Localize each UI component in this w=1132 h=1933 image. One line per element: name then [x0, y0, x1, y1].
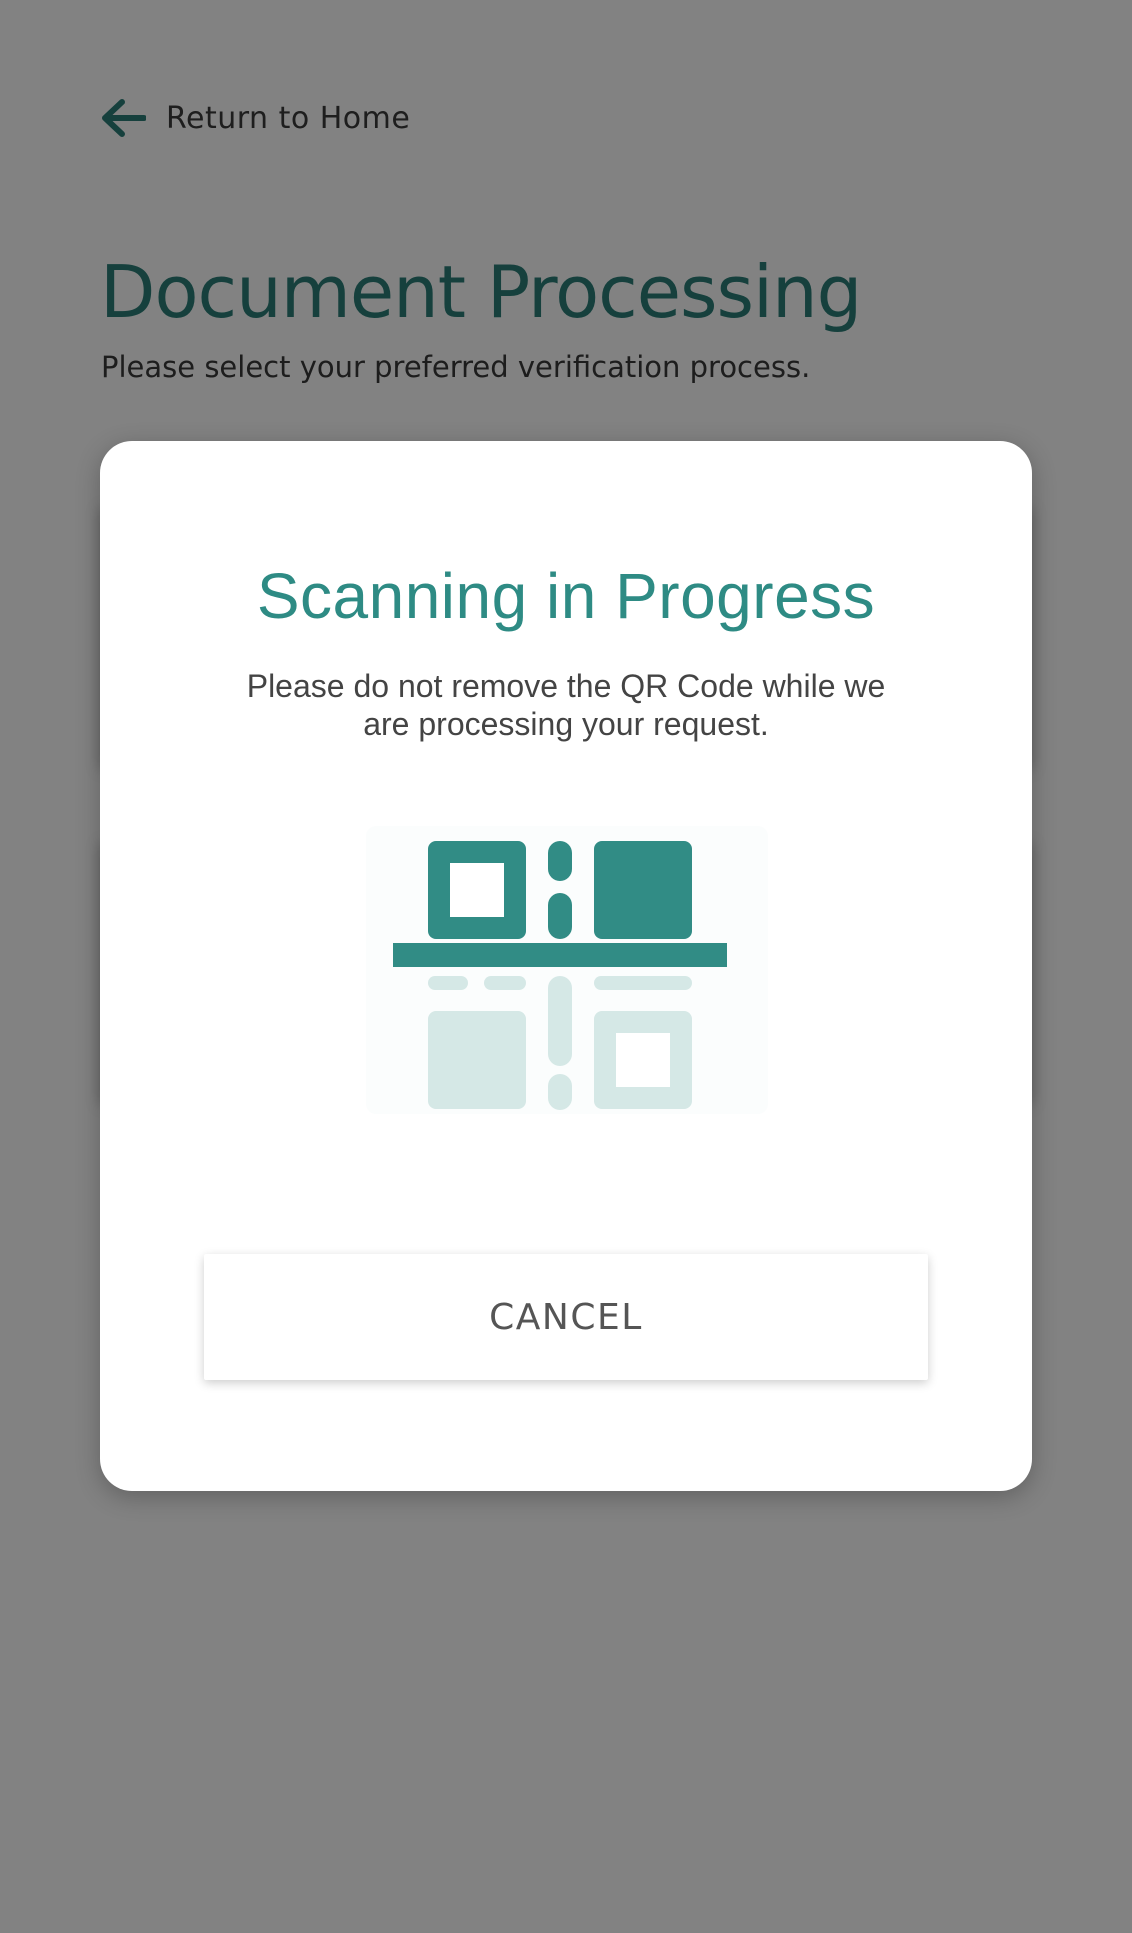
cancel-button[interactable]: CANCEL	[204, 1254, 928, 1380]
scanning-modal: Scanning in Progress Please do not remov…	[100, 441, 1032, 1491]
qr-code-scan-icon	[366, 826, 768, 1114]
modal-title: Scanning in Progress	[256, 560, 876, 632]
modal-message: Please do not remove the QR Code while w…	[246, 668, 886, 742]
